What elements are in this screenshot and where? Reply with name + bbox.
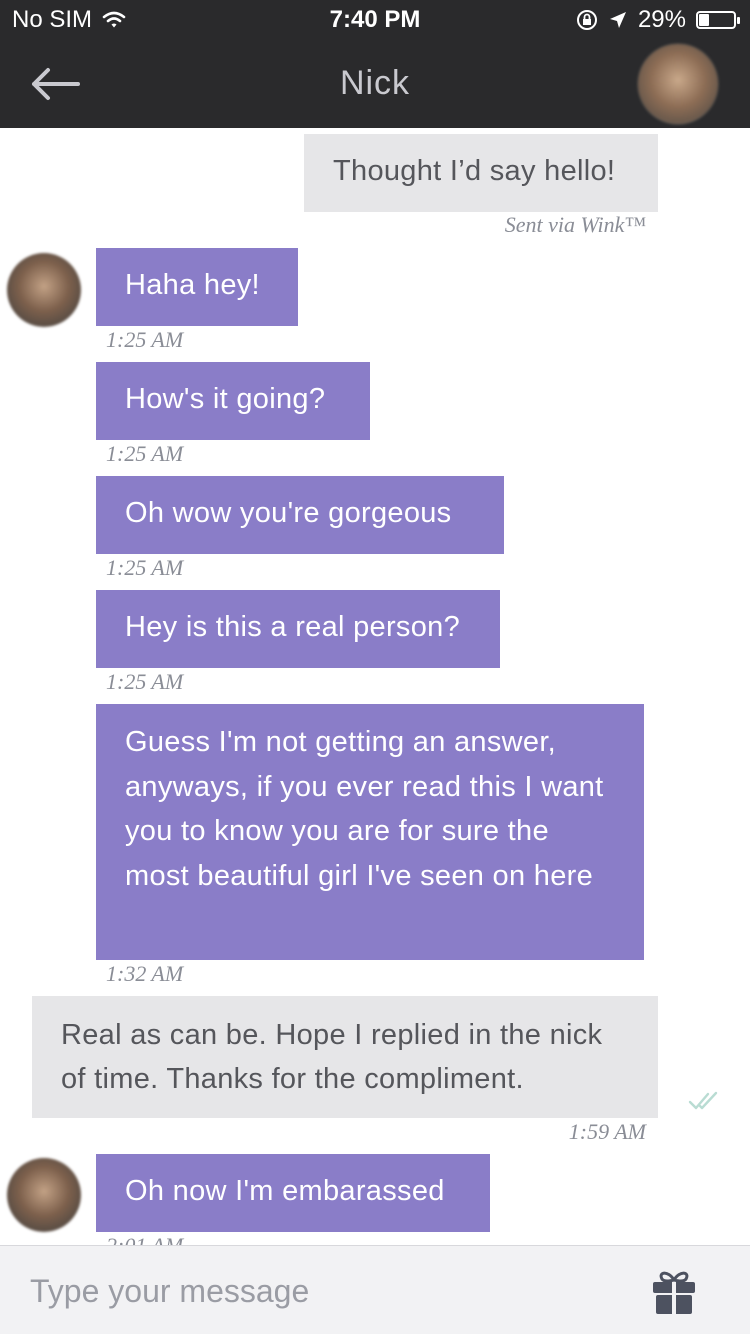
gift-button[interactable] — [650, 1268, 698, 1316]
chat-header: Nick — [0, 40, 750, 128]
message-time: 1:32 AM — [106, 961, 184, 986]
message-list[interactable]: Thought I’d say hello! Sent via Wink™ Ha… — [0, 128, 750, 1245]
message-text: Oh now I'm embarassed — [125, 1175, 445, 1207]
sender-avatar[interactable] — [7, 1158, 81, 1232]
message-text: Hey is this a real person? — [125, 611, 461, 643]
status-bar: No SIM 7:40 PM 29% — [0, 0, 750, 40]
message-text: Thought I’d say hello! — [333, 155, 616, 187]
message-bubble: Thought I’d say hello! — [304, 134, 658, 212]
message-time: 1:25 AM — [106, 669, 184, 694]
contact-avatar[interactable] — [638, 44, 718, 124]
message-composer — [0, 1245, 750, 1334]
message-bubble: How's it going? — [96, 362, 370, 440]
message-text: Guess I'm not getting an answer, anyways… — [125, 726, 604, 892]
battery-level — [699, 14, 709, 26]
message-time: 1:59 AM — [568, 1119, 646, 1144]
message-text: Oh wow you're gorgeous — [125, 497, 452, 529]
double-check-icon — [688, 1091, 718, 1110]
battery-icon — [696, 11, 740, 29]
message-time: 1:25 AM — [106, 327, 184, 352]
message-bubble: Oh now I'm embarassed — [96, 1154, 490, 1232]
message-bubble: Oh wow you're gorgeous — [96, 476, 504, 554]
location-arrow-icon — [609, 12, 626, 28]
message-text: Real as can be. Hope I replied in the ni… — [61, 1019, 603, 1095]
message-bubble: Guess I'm not getting an answer, anyways… — [96, 704, 644, 960]
sender-avatar[interactable] — [7, 253, 81, 327]
message-bubble: Real as can be. Hope I replied in the ni… — [32, 996, 658, 1118]
message-bubble: Haha hey! — [96, 248, 298, 326]
message-bubble: Hey is this a real person? — [96, 590, 500, 668]
message-time: 1:25 AM — [106, 441, 184, 466]
orientation-lock-icon — [576, 10, 597, 30]
message-time: 1:25 AM — [106, 555, 184, 580]
message-input[interactable] — [28, 1264, 592, 1318]
battery-percent: 29% — [637, 6, 686, 33]
status-right: 29% — [576, 6, 740, 34]
message-meta: Sent via Wink™ — [504, 212, 646, 237]
message-text: Haha hey! — [125, 269, 260, 301]
gift-icon — [653, 1271, 695, 1314]
message-text: How's it going? — [125, 383, 326, 415]
message-time: 2:01 AM — [106, 1233, 183, 1245]
